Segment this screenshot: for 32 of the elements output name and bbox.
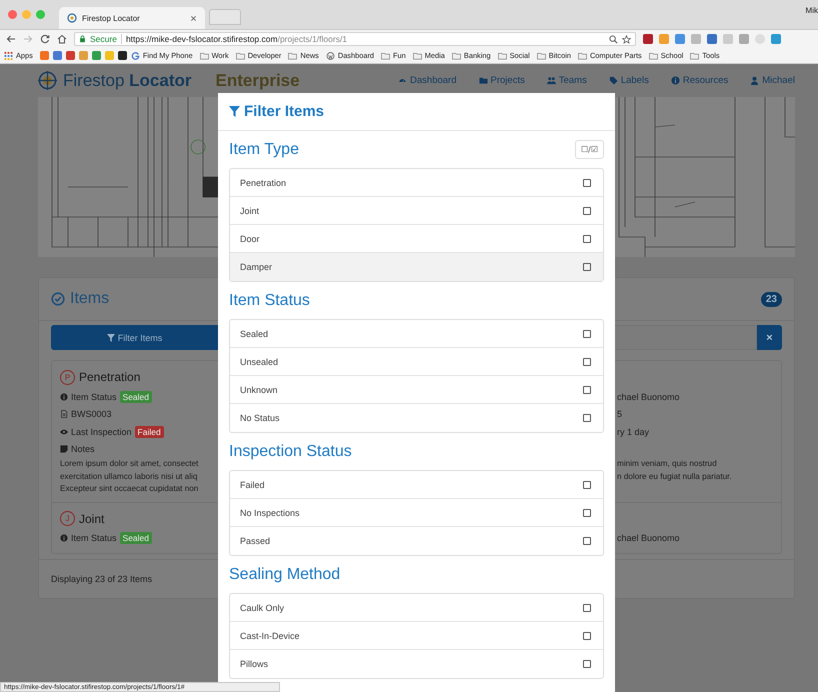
url-text: https://mike-dev-fslocator.stifirestop.com/projects/1/floors/1 xyxy=(126,34,348,44)
items-count-text: Displaying 23 of 23 Items xyxy=(51,574,152,584)
inspection-badge: Failed xyxy=(134,426,164,438)
notes-text: Lorem ipsum dolor sit amet, consectet xyxy=(60,458,200,470)
item-type-letter: J xyxy=(60,511,75,526)
notes-text: exercitation ullamco laboris nisi ut aliq xyxy=(60,470,198,483)
notes-text: n dolore eu fugiat nulla pariatur. xyxy=(617,470,733,483)
item-code: BWS0003 xyxy=(71,409,112,420)
section-title: Inspection Status xyxy=(229,442,352,460)
notes-label: Notes xyxy=(71,444,95,454)
count-badge: 23 xyxy=(760,292,782,306)
notes-text: Excepteur sint occaecat cupidatat non xyxy=(60,483,200,495)
dialog-title: Filter Items xyxy=(244,103,324,120)
item-detail: 5 xyxy=(617,409,622,420)
edition-label: Enterprise xyxy=(216,70,300,90)
notes-text: minim veniam, quis nostrud xyxy=(617,458,718,470)
item-name: Joint xyxy=(79,512,104,526)
section-title: Sealing Method xyxy=(229,566,340,584)
section-title: Item Status xyxy=(229,292,310,310)
status-label: Item Status xyxy=(71,392,117,402)
item-detail: chael Buonomo xyxy=(617,533,680,544)
status-label: Item Status xyxy=(71,533,117,544)
item-type-letter: P xyxy=(60,370,75,384)
status-badge: Sealed xyxy=(120,532,152,544)
panel-title: Items xyxy=(70,290,110,308)
section-title: Item Type xyxy=(229,140,299,158)
secure-label: Secure xyxy=(90,34,122,44)
status-badge: Sealed xyxy=(120,390,152,403)
item-detail: ry 1 day xyxy=(617,426,650,437)
item-name: Penetration xyxy=(79,370,140,384)
item-detail: chael Buonomo xyxy=(617,392,680,402)
inspection-label: Last Inspection xyxy=(71,426,132,437)
